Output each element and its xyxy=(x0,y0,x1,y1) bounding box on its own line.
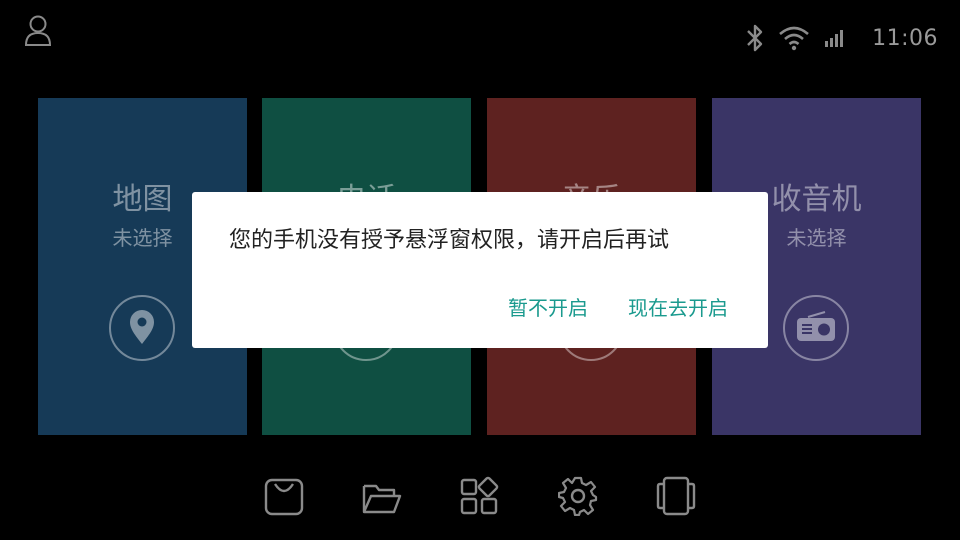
status-indicators: 11:06 xyxy=(746,20,938,56)
folder-icon[interactable] xyxy=(362,476,402,516)
cancel-button[interactable]: 暂不开启 xyxy=(508,292,588,321)
permission-dialog: 您的手机没有授予悬浮窗权限，请开启后再试 暂不开启 现在去开启 xyxy=(192,192,768,348)
bluetooth-icon xyxy=(747,24,763,52)
wifi-icon xyxy=(779,26,809,51)
radio-icon xyxy=(783,295,849,361)
open-permission-button[interactable]: 现在去开启 xyxy=(628,292,728,321)
user-icon[interactable] xyxy=(24,14,52,46)
location-pin-icon xyxy=(109,295,175,361)
signal-icon xyxy=(825,30,844,47)
settings-gear-icon[interactable] xyxy=(558,476,598,516)
shopping-bag-icon[interactable] xyxy=(264,476,304,516)
status-time: 11:06 xyxy=(872,25,938,51)
apps-grid-icon[interactable] xyxy=(460,476,500,516)
bottom-dock xyxy=(0,470,960,522)
multi-window-icon[interactable] xyxy=(656,476,696,516)
home-screen: 11:06 地图 未选择 电话 音乐 xyxy=(0,0,960,540)
status-bar: 11:06 xyxy=(0,0,960,70)
dialog-message: 您的手机没有授予悬浮窗权限，请开启后再试 xyxy=(229,228,670,253)
